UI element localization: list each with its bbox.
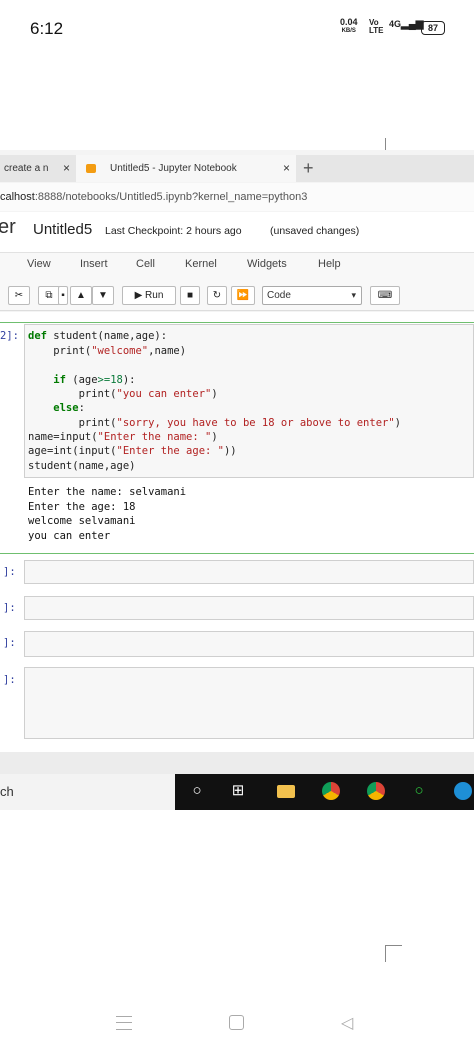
cell-type-select[interactable]: Code ▾ [262, 286, 362, 305]
close-icon[interactable]: × [63, 155, 70, 182]
move-up-icon[interactable]: ▲ [70, 286, 92, 305]
fast-forward-icon[interactable]: ⏩ [231, 286, 255, 305]
screen-corner-mark [385, 945, 402, 962]
restart-icon[interactable]: ↻ [207, 286, 227, 305]
copy-icon[interactable]: ⧉ [38, 286, 60, 305]
cell-prompt: ]: [3, 566, 16, 578]
jupyter-favicon-icon [86, 164, 96, 173]
code-line: print("sorry, you have to be 18 or above… [28, 417, 401, 429]
cell-type-value: Code [267, 290, 291, 301]
code-line: age=int(input("Enter the age: ")) [28, 445, 237, 457]
output-line: Enter the name: selvamani [28, 486, 187, 498]
notebook-bottom-gap [0, 752, 474, 774]
chevron-down-icon: ▾ [351, 290, 356, 300]
home-icon[interactable] [229, 1015, 244, 1030]
menu-cell[interactable]: Cell [136, 258, 155, 270]
output-line: you can enter [28, 530, 111, 542]
run-button[interactable]: ▶ Run [122, 286, 176, 305]
browser-tab-2[interactable]: Untitled5 - Jupyter Notebook × [76, 155, 296, 182]
empty-code-cell[interactable] [24, 596, 474, 620]
jupyter-logo[interactable]: er [0, 216, 16, 239]
signal-icon: 4G▂▄▆ [389, 19, 424, 30]
taskbar-search-text: ch [0, 784, 14, 799]
network-speed-unit: KB/S [341, 28, 356, 34]
tab-label: create a n [4, 163, 49, 174]
xbox-icon[interactable]: ○ [408, 780, 430, 802]
code-line: print("welcome",name) [28, 345, 187, 357]
empty-code-cell[interactable] [24, 560, 474, 584]
empty-code-cell[interactable] [24, 631, 474, 657]
tab-label: Untitled5 - Jupyter Notebook [110, 163, 237, 174]
notebook-title[interactable]: Untitled5 [33, 221, 92, 238]
move-down-icon[interactable]: ▼ [92, 286, 114, 305]
browser-tab-1[interactable]: create a n × [0, 155, 76, 182]
volte-indicator: Vo LTE [369, 18, 384, 35]
taskbar-search[interactable]: ch [0, 774, 175, 810]
network-speed: 0.04 KB/S [340, 18, 358, 36]
code-line: def student(name,age): [28, 330, 168, 342]
menu-kernel[interactable]: Kernel [185, 258, 217, 270]
code-line: print("you can enter") [28, 388, 218, 400]
cell-prompt: 2]: [0, 330, 19, 342]
cortana-icon[interactable]: ○ [186, 780, 208, 802]
signal-label: 4G [389, 19, 402, 29]
task-view-icon[interactable]: ⊞ [227, 780, 249, 802]
menu-bar [0, 252, 474, 281]
chrome-icon[interactable] [320, 780, 342, 802]
file-explorer-icon[interactable] [275, 780, 297, 802]
status-time: 6:12 [30, 19, 64, 38]
address-bar[interactable]: calhost:8888/notebooks/Untitled5.ipynb?k… [0, 183, 474, 211]
close-icon[interactable]: × [283, 155, 290, 182]
code-line: if (age>=18): [28, 374, 136, 386]
phone-status-bar [0, 0, 474, 60]
back-icon[interactable]: ◁ [341, 1013, 353, 1033]
new-tab-button[interactable]: + [303, 155, 314, 182]
menu-widgets[interactable]: Widgets [247, 258, 287, 270]
cut-icon[interactable]: ✂ [8, 286, 30, 305]
code-line: else: [28, 402, 85, 414]
output-line: Enter the age: 18 [28, 501, 136, 513]
recent-apps-icon[interactable] [116, 1016, 132, 1030]
battery-icon: 87 [421, 21, 445, 35]
address-path: :8888/notebooks/Untitled5.ipynb?kernel_n… [34, 191, 308, 203]
code-line: student(name,age) [28, 460, 136, 472]
address-host: calhost [0, 191, 35, 203]
browser-tab-bar: create a n × Untitled5 - Jupyter Noteboo… [0, 155, 474, 182]
output-line: welcome selvamani [28, 515, 136, 527]
chrome-alt-icon[interactable] [365, 780, 387, 802]
cell-prompt: ]: [3, 602, 16, 614]
empty-code-cell[interactable] [24, 667, 474, 739]
menu-help[interactable]: Help [318, 258, 341, 270]
paste-icon[interactable]: ▪ [58, 286, 68, 305]
cell-prompt: ]: [3, 637, 16, 649]
menu-insert[interactable]: Insert [80, 258, 108, 270]
stop-icon[interactable]: ■ [180, 286, 200, 305]
edge-icon[interactable] [452, 780, 474, 802]
cell-prompt: ]: [3, 674, 16, 686]
keyboard-icon[interactable]: ⌨ [370, 286, 400, 305]
code-line: name=input("Enter the name: ") [28, 431, 218, 443]
menu-view[interactable]: View [27, 258, 51, 270]
checkpoint-status: Last Checkpoint: 2 hours ago [105, 225, 242, 237]
unsaved-indicator: (unsaved changes) [270, 225, 360, 237]
network-speed-value: 0.04 [340, 17, 358, 27]
